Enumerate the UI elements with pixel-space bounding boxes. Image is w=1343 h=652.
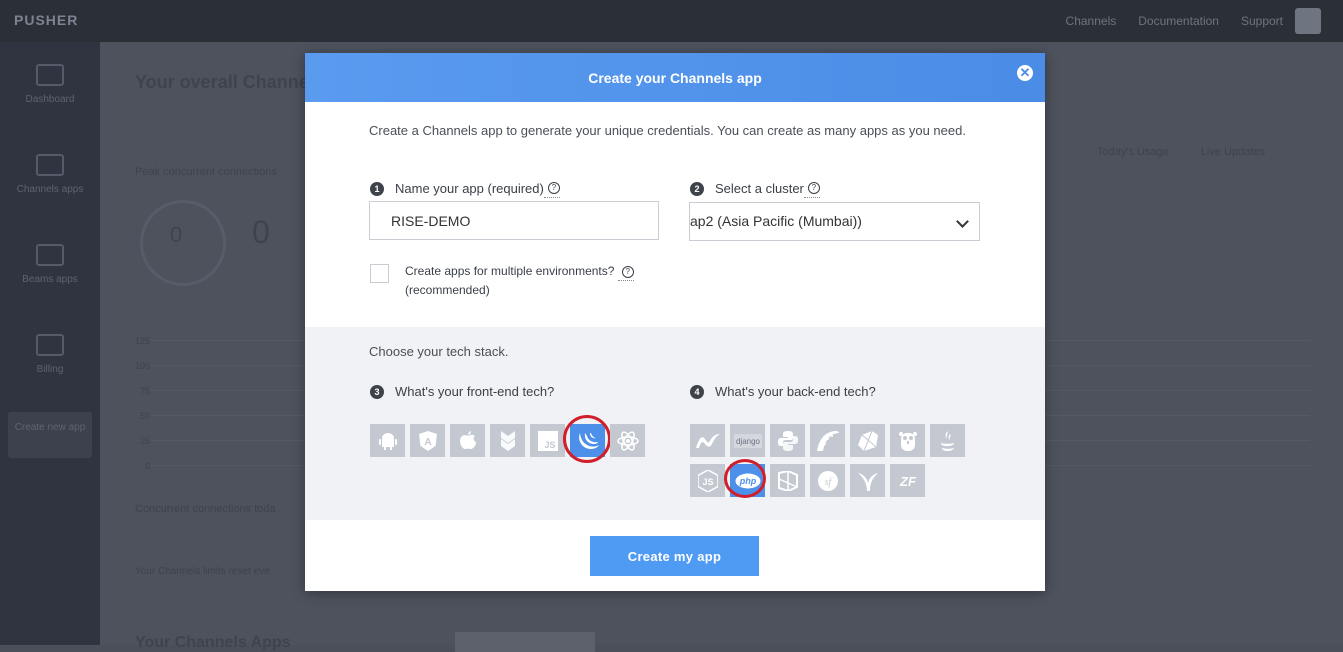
billing-icon bbox=[36, 334, 64, 356]
create-my-app-button[interactable]: Create my app bbox=[590, 536, 759, 576]
peak-connections-label: Peak concurrent connections bbox=[135, 166, 277, 178]
help-icon[interactable]: ? bbox=[547, 182, 560, 194]
apple-ios-icon[interactable] bbox=[450, 424, 485, 457]
step-number: 3 bbox=[370, 384, 384, 399]
sidebar-item-dashboard[interactable]: Dashboard bbox=[0, 64, 100, 105]
sidebar-item-channels-apps[interactable]: Channels apps bbox=[0, 154, 100, 195]
y-tick: 0 bbox=[145, 461, 151, 471]
backbone-icon[interactable] bbox=[490, 424, 525, 457]
javascript-icon[interactable]: JS bbox=[530, 424, 565, 457]
connections-gauge bbox=[140, 200, 226, 286]
tab-live-updates[interactable]: Live Updates bbox=[1201, 146, 1265, 158]
multi-env-label: Create apps for multiple environments? ?… bbox=[405, 262, 655, 300]
cluster-select[interactable]: ap2 (Asia Pacific (Mumbai)) bbox=[689, 202, 980, 241]
user-avatar[interactable] bbox=[1295, 8, 1321, 34]
concurrent-note: Concurrent connections toda bbox=[135, 503, 276, 515]
y-tick: 100 bbox=[135, 361, 151, 371]
modal-intro: Create a Channels app to generate your u… bbox=[369, 123, 966, 138]
beams-icon bbox=[36, 244, 64, 266]
step-label: Select a cluster bbox=[715, 181, 804, 196]
multi-env-text: Create apps for multiple environments? bbox=[405, 264, 615, 278]
node-text: JS bbox=[702, 477, 713, 487]
java-icon[interactable] bbox=[930, 424, 965, 457]
php-text: php bbox=[738, 476, 756, 486]
top-link-support[interactable]: Support bbox=[1241, 14, 1283, 28]
frontend-tech-row: A JS bbox=[370, 415, 650, 463]
sidebar-item-beams-apps[interactable]: Beams apps bbox=[0, 244, 100, 285]
close-icon[interactable]: ✕ bbox=[1017, 65, 1033, 81]
sidebar: Dashboard Channels apps Beams apps Billi… bbox=[0, 42, 100, 645]
zend-framework-icon[interactable]: ZF bbox=[890, 464, 925, 497]
chevron-down-icon bbox=[956, 215, 969, 228]
step-number: 4 bbox=[690, 384, 704, 399]
nodejs-icon[interactable]: JS bbox=[690, 464, 725, 497]
php-icon[interactable]: php bbox=[724, 459, 766, 498]
big-number: 0 bbox=[252, 214, 270, 250]
js-text: JS bbox=[544, 440, 555, 450]
help-icon[interactable]: ? bbox=[621, 266, 634, 278]
react-icon[interactable] bbox=[610, 424, 645, 457]
step-name-app: 1 Name your app (required) ? bbox=[370, 179, 560, 198]
limits-note: Your Channels limits reset eve bbox=[135, 566, 270, 577]
background-button bbox=[455, 632, 595, 652]
step-backend: 4 What's your back-end tech? bbox=[690, 384, 876, 399]
android-icon[interactable] bbox=[370, 424, 405, 457]
rails-icon[interactable] bbox=[810, 424, 845, 457]
zf-text: ZF bbox=[899, 474, 917, 488]
symfony-icon[interactable]: sf bbox=[810, 464, 845, 497]
top-link-documentation[interactable]: Documentation bbox=[1138, 14, 1219, 28]
step-label: Name your app (required) bbox=[395, 181, 544, 196]
step-select-cluster: 2 Select a cluster ? bbox=[690, 179, 820, 198]
step-label: What's your back-end tech? bbox=[715, 384, 876, 399]
ruby-icon[interactable] bbox=[850, 424, 885, 457]
y-tick: 75 bbox=[140, 386, 151, 396]
dashboard-title: Your overall Channels bbox=[135, 72, 324, 92]
step-label: What's your front-end tech? bbox=[395, 384, 555, 399]
usage-tabs: Today's Usage Live Updates bbox=[1097, 146, 1265, 158]
app-name-input[interactable] bbox=[369, 201, 659, 240]
y-tick: 25 bbox=[140, 436, 151, 446]
dashboard-icon bbox=[36, 64, 64, 86]
modal-header: Create your Channels app ✕ bbox=[305, 53, 1045, 102]
help-icon[interactable]: ? bbox=[807, 182, 820, 194]
yii-icon[interactable] bbox=[850, 464, 885, 497]
channels-icon bbox=[36, 154, 64, 176]
multi-env-checkbox[interactable] bbox=[370, 264, 389, 283]
pusher-logo: PUSHER bbox=[14, 12, 79, 28]
step-number: 1 bbox=[370, 181, 384, 196]
laravel-icon[interactable] bbox=[770, 464, 805, 497]
y-tick: 125 bbox=[135, 336, 151, 346]
sidebar-label: Beams apps bbox=[22, 274, 78, 285]
top-links: Channels Documentation Support bbox=[1066, 14, 1283, 28]
python-icon[interactable] bbox=[770, 424, 805, 457]
backend-tech-row-2: JS php sf ZF bbox=[690, 459, 930, 498]
django-text: django bbox=[735, 437, 760, 446]
apps-section-title: Your Channels Apps bbox=[135, 634, 291, 651]
angular-icon[interactable]: A bbox=[410, 424, 445, 457]
go-gopher-icon[interactable] bbox=[890, 424, 925, 457]
jquery-icon[interactable] bbox=[563, 415, 611, 463]
y-tick: 50 bbox=[140, 411, 151, 421]
create-new-app-button[interactable]: Create new app bbox=[8, 412, 92, 458]
top-link-channels[interactable]: Channels bbox=[1066, 14, 1117, 28]
step-number: 2 bbox=[690, 181, 704, 196]
top-navigation-bar: PUSHER Channels Documentation Support bbox=[0, 0, 1343, 42]
modal-title: Create your Channels app bbox=[588, 70, 762, 86]
tech-stack-intro: Choose your tech stack. bbox=[369, 344, 509, 359]
django-icon[interactable]: django bbox=[730, 424, 765, 457]
svg-text:A: A bbox=[424, 437, 431, 448]
sidebar-label: Billing bbox=[36, 364, 64, 375]
backend-tech-row-1: django bbox=[690, 424, 970, 457]
tab-todays-usage[interactable]: Today's Usage bbox=[1097, 146, 1169, 158]
multi-env-sub: (recommended) bbox=[405, 283, 490, 297]
sidebar-item-billing[interactable]: Billing bbox=[0, 334, 100, 375]
step-frontend: 3 What's your front-end tech? bbox=[370, 384, 554, 399]
create-app-modal: Create your Channels app ✕ Create a Chan… bbox=[305, 53, 1045, 591]
sidebar-label: Dashboard bbox=[25, 94, 75, 105]
sidebar-label: Channels apps bbox=[16, 184, 84, 195]
gauge-value: 0 bbox=[170, 222, 183, 247]
cluster-select-value: ap2 (Asia Pacific (Mumbai)) bbox=[690, 213, 862, 229]
dotnet-icon[interactable] bbox=[690, 424, 725, 457]
